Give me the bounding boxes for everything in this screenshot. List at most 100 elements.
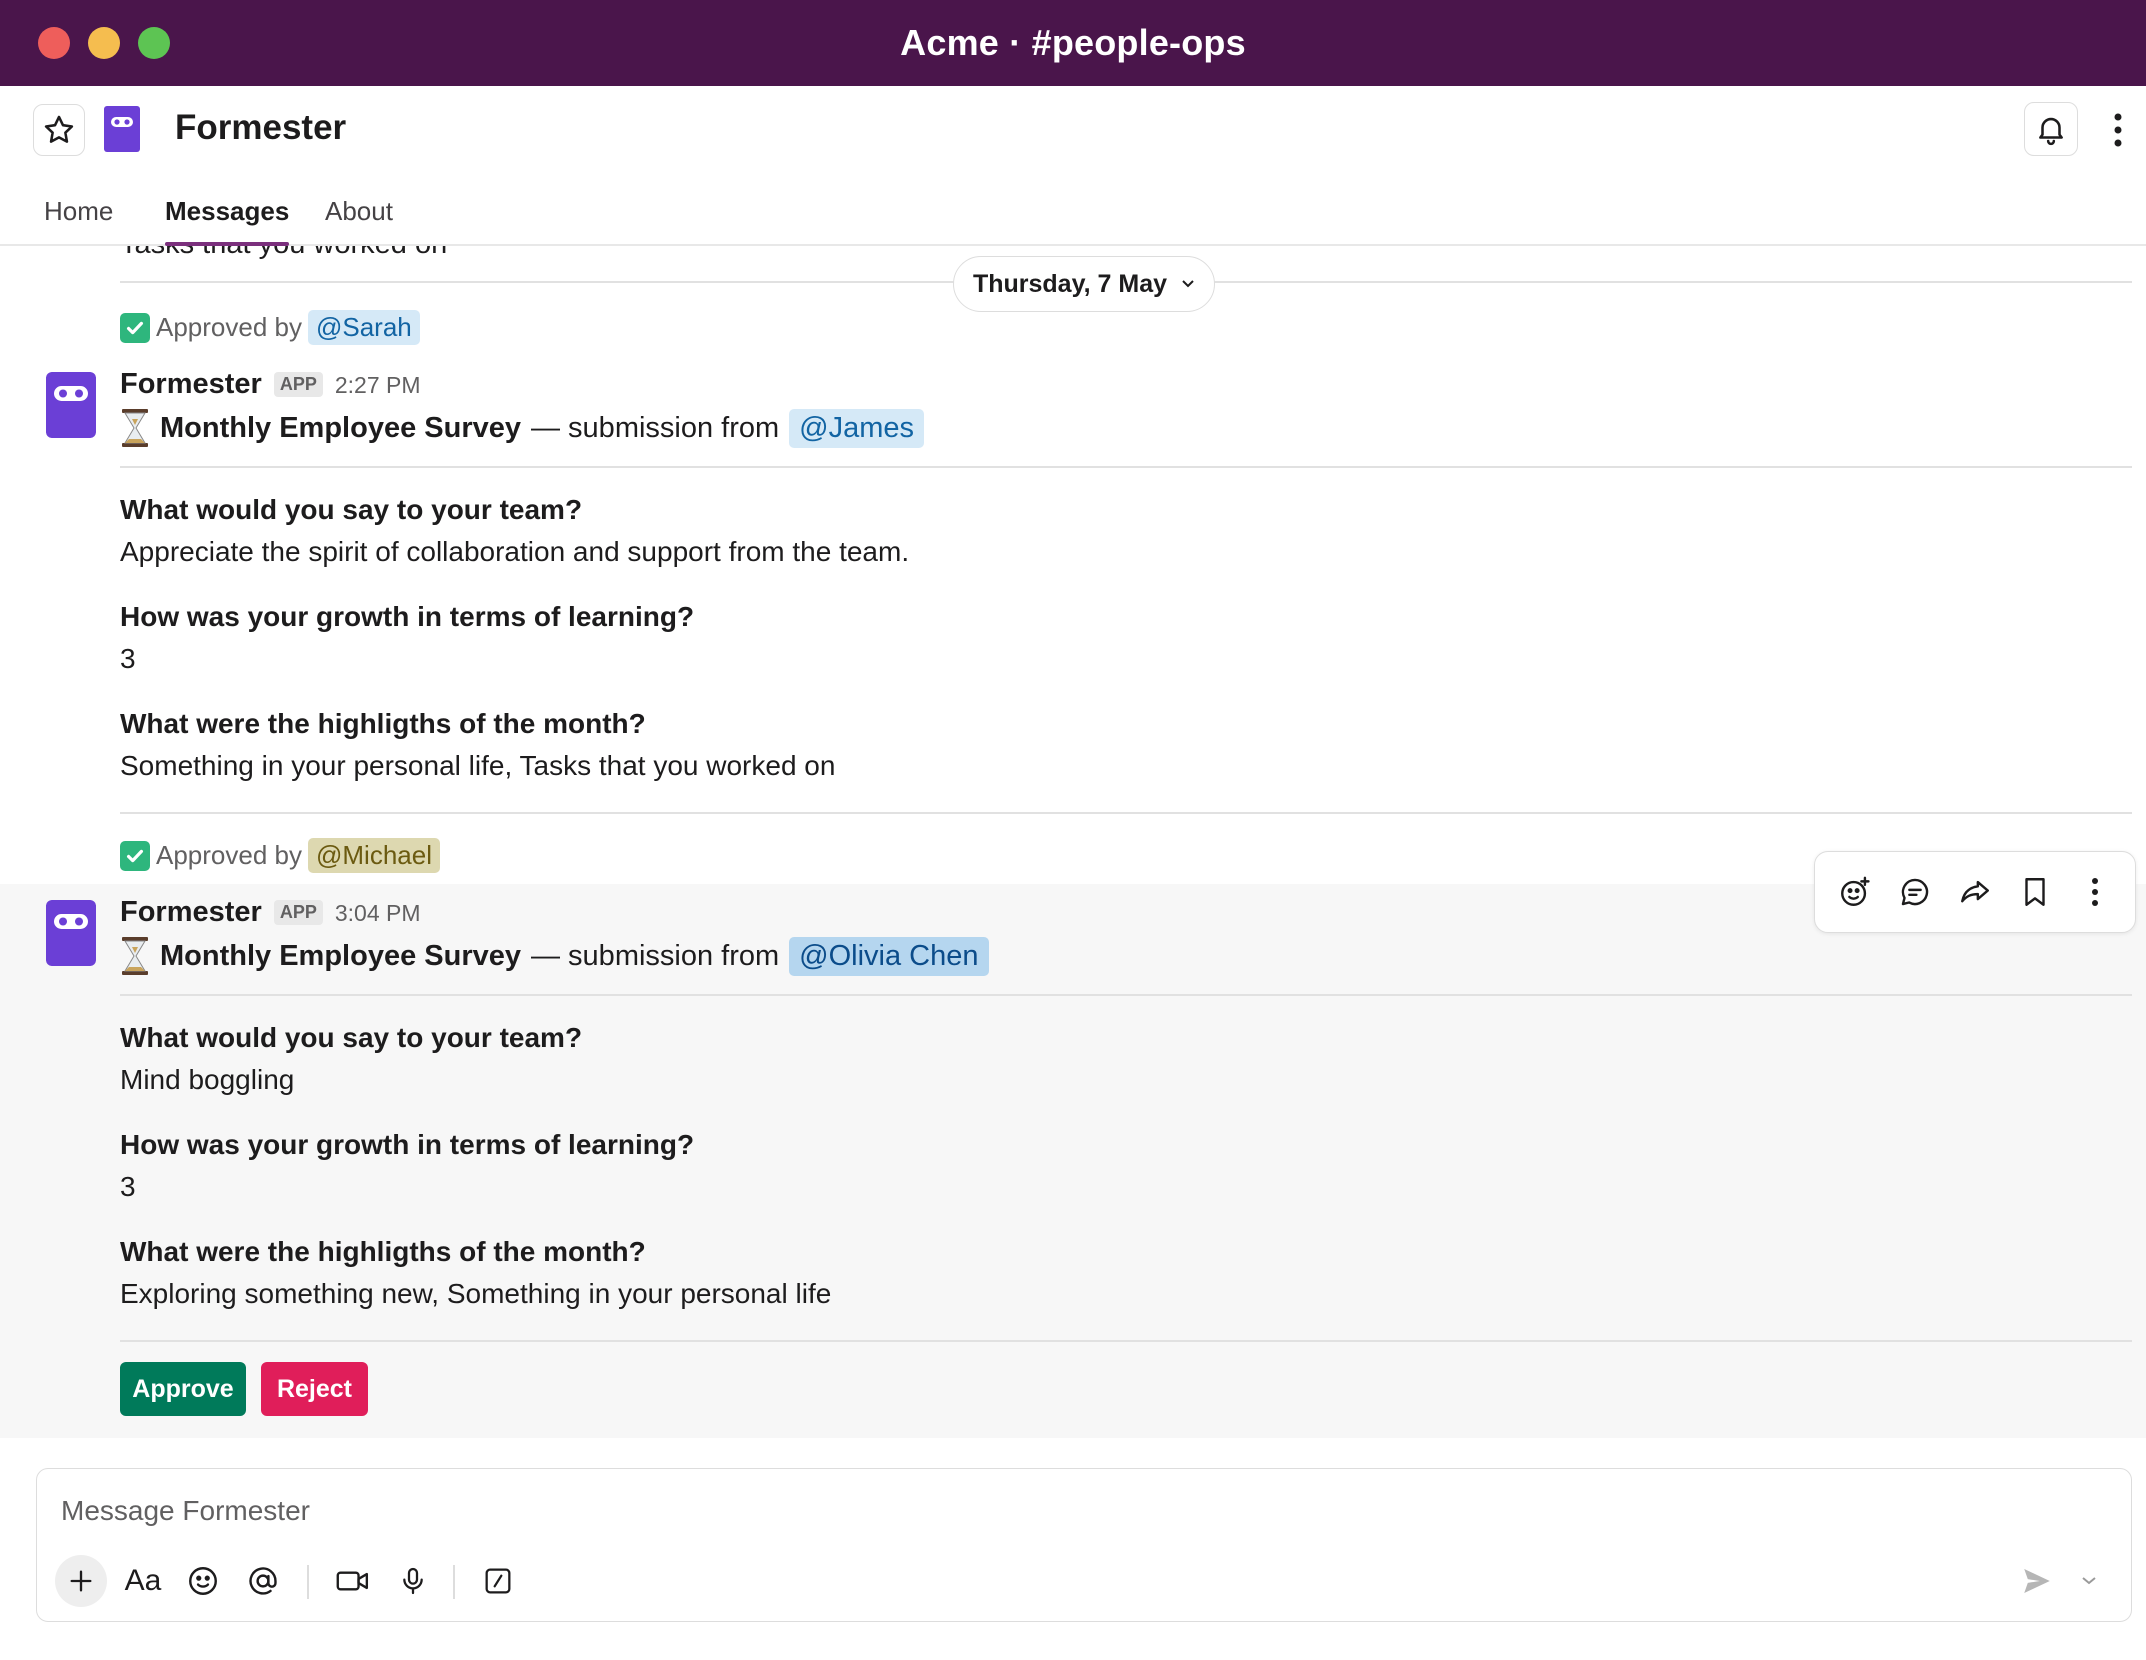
at-sign-icon [249, 1567, 277, 1595]
mention-submitter[interactable]: @Olivia Chen [789, 936, 989, 976]
more-options-button[interactable] [2108, 108, 2128, 152]
bookmark-icon [2025, 878, 2045, 906]
message-actions-toolbar [1814, 851, 2136, 933]
app-badge: APP [273, 372, 323, 397]
answer-text: Exploring something new, Something in yo… [120, 1278, 832, 1309]
answer-text: Appreciate the spirit of collaboration a… [120, 536, 910, 567]
star-button[interactable] [33, 104, 85, 156]
sender-name[interactable]: Formester [120, 368, 262, 401]
answer-text: Mind boggling [120, 1064, 295, 1095]
formatting-button[interactable]: Aa [121, 1559, 165, 1603]
hourglass-icon [122, 409, 148, 447]
slash-command-icon [485, 1568, 511, 1594]
question-label: What were the highligths of the month? [120, 1236, 646, 1267]
mention-submitter[interactable]: @James [789, 408, 925, 448]
approve-button[interactable]: Approve [120, 1362, 246, 1416]
mention-approver[interactable]: @Sarah [307, 310, 420, 345]
app-name: Formester [175, 108, 347, 147]
video-clip-button[interactable] [331, 1559, 375, 1603]
formatting-label: Aa [124, 1564, 162, 1597]
microphone-icon [403, 1567, 423, 1595]
app-badge: APP [273, 900, 323, 925]
maximize-window-button[interactable] [138, 27, 170, 59]
date-divider-label: Thursday, 7 May [972, 269, 1168, 298]
send-button[interactable] [2015, 1559, 2059, 1603]
star-icon [44, 115, 74, 143]
answer-text: 3 [120, 1171, 136, 1202]
message-header: Formester APP 3:04 PM [120, 896, 421, 929]
formester-avatar[interactable] [46, 372, 96, 438]
question-label: What were the highligths of the month? [120, 708, 646, 739]
mention-approver[interactable]: @Michael [307, 838, 440, 873]
vertical-dots-icon [2114, 113, 2122, 147]
mention-button[interactable] [241, 1559, 285, 1603]
plus-icon [70, 1570, 92, 1592]
notifications-button[interactable] [2024, 102, 2078, 156]
check-icon [120, 312, 150, 343]
reject-button[interactable]: Reject [261, 1362, 368, 1416]
send-options-button[interactable] [2067, 1559, 2111, 1603]
survey-submission-title: Monthly Employee Survey — submission fro… [120, 408, 925, 448]
vertical-dots-icon [2092, 878, 2098, 906]
survey-title: Monthly Employee Survey [160, 411, 521, 444]
window-title: Acme · #people-ops [900, 22, 1246, 63]
window-controls [38, 27, 170, 59]
formester-avatar[interactable] [46, 900, 96, 966]
question-label: How was your growth in terms of learning… [120, 601, 695, 632]
emoji-icon [189, 1567, 217, 1595]
save-for-later-button[interactable] [2013, 870, 2057, 914]
audio-clip-button[interactable] [391, 1559, 435, 1603]
survey-submission-title: Monthly Employee Survey — submission fro… [120, 936, 989, 976]
window-titlebar: Acme · #people-ops [0, 0, 2146, 86]
approval-status: Approved by @Michael [120, 838, 440, 873]
close-window-button[interactable] [38, 27, 70, 59]
question-label: What would you say to your team? [120, 1022, 583, 1053]
question-label: How was your growth in terms of learning… [120, 1129, 695, 1160]
message-divider [120, 994, 2132, 996]
tab-messages[interactable]: Messages [165, 196, 290, 246]
more-actions-button[interactable] [2073, 870, 2117, 914]
message-timestamp[interactable]: 2:27 PM [335, 372, 421, 399]
message-list[interactable]: Tasks that you worked on Thursday, 7 May… [0, 246, 2146, 1439]
bell-icon [2039, 117, 2063, 146]
answer-text: 3 [120, 643, 136, 674]
message-composer: Aa [36, 1468, 2132, 1622]
approved-by-label: Approved by [156, 840, 302, 870]
add-reaction-icon [1841, 876, 1870, 906]
message-divider [120, 466, 2132, 468]
emoji-button[interactable] [181, 1559, 225, 1603]
clipped-answer-text: Tasks that you worked on [120, 246, 447, 261]
thread-icon [1901, 878, 1929, 906]
hourglass-icon [122, 937, 148, 975]
attach-button[interactable] [55, 1555, 107, 1607]
tab-bar: Home Messages About [0, 186, 2146, 246]
message-timestamp[interactable]: 3:04 PM [335, 900, 421, 927]
check-icon [120, 840, 150, 871]
formester-logo-icon [104, 106, 140, 152]
forward-button[interactable] [1953, 870, 1997, 914]
shortcuts-button[interactable] [476, 1559, 520, 1603]
tab-about[interactable]: About [325, 196, 393, 246]
toolbar-divider [307, 1565, 309, 1599]
message-item-hovered: Formester APP 3:04 PM Monthly Employee S… [0, 884, 2146, 1438]
forward-arrow-icon [1961, 880, 1989, 903]
sender-name[interactable]: Formester [120, 896, 262, 929]
message-input[interactable] [61, 1491, 1961, 1531]
submission-label: — submission from [531, 411, 780, 444]
survey-title: Monthly Employee Survey [160, 939, 521, 972]
chevron-down-icon [2082, 1577, 2096, 1585]
chevron-down-icon [1182, 280, 1194, 288]
tab-home[interactable]: Home [44, 196, 113, 246]
video-camera-icon [336, 1571, 369, 1591]
message-divider [120, 812, 2132, 814]
date-divider-button[interactable]: Thursday, 7 May [953, 256, 1215, 312]
question-label: What would you say to your team? [120, 494, 583, 525]
reply-in-thread-button[interactable] [1893, 870, 1937, 914]
submission-label: — submission from [531, 939, 780, 972]
approval-status: Approved by @Sarah [120, 310, 420, 345]
add-reaction-button[interactable] [1833, 870, 1877, 914]
message-divider [120, 1340, 2132, 1342]
message-item: Formester APP 2:27 PM Monthly Employee S… [0, 362, 2146, 852]
message-header: Formester APP 2:27 PM [120, 368, 421, 401]
minimize-window-button[interactable] [88, 27, 120, 59]
